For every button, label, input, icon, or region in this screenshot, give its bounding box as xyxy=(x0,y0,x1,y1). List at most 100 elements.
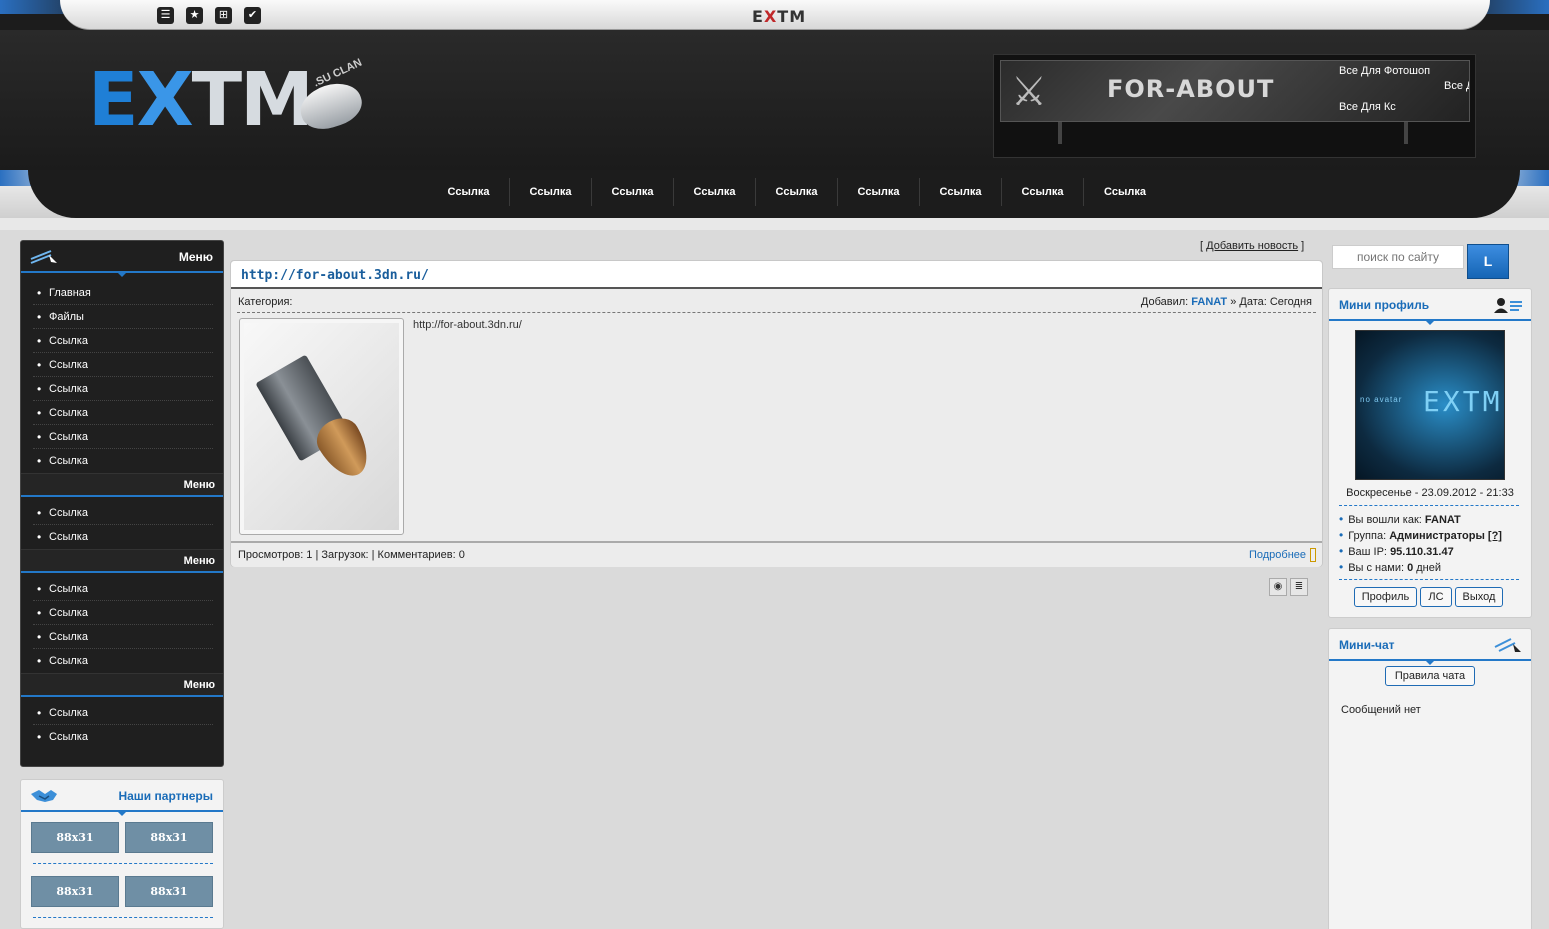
pm-button[interactable]: ЛС xyxy=(1420,587,1452,607)
menu-item-link[interactable]: Ссылка xyxy=(33,425,213,449)
nav-link-2[interactable]: Ссылка xyxy=(510,178,592,206)
profile-login-row: Вы вошли как: FANAT xyxy=(1339,512,1461,526)
post-meta: Добавил: FANAT » Дата: Сегодня xyxy=(1141,296,1312,308)
menu-header: Меню xyxy=(21,241,223,277)
menu-item-link[interactable]: Ссылка xyxy=(33,401,213,425)
menu-item-link[interactable]: Ссылка xyxy=(33,525,213,549)
menu-item-link[interactable]: Ссылка xyxy=(33,329,213,353)
menu-item-label: Ссылка xyxy=(49,431,88,443)
partners-header-arrow xyxy=(118,812,126,816)
search-input[interactable] xyxy=(1332,245,1464,269)
logo-x: X xyxy=(136,57,194,143)
group-value: Администраторы xyxy=(1389,530,1485,542)
menu-item-label: Главная xyxy=(49,287,91,299)
partner-banner[interactable]: 88x31 xyxy=(31,876,119,907)
check-icon[interactable]: ✔ xyxy=(244,7,261,24)
bracket-close: ] xyxy=(1298,240,1305,252)
menu-subtitle: Меню xyxy=(183,479,215,491)
post-author[interactable]: FANAT xyxy=(1191,296,1227,308)
menu-item-label: Ссылка xyxy=(49,707,88,719)
logout-button[interactable]: Выход xyxy=(1455,587,1503,607)
nav-link-3[interactable]: Ссылка xyxy=(592,178,674,206)
menu-item-link[interactable]: Ссылка xyxy=(33,725,213,749)
menu-header-arrow xyxy=(118,273,126,277)
chat-rules-button[interactable]: Правила чата xyxy=(1385,666,1475,686)
rss-icon[interactable]: ☰ xyxy=(157,7,174,24)
nav-wrapper: Ссылка Ссылка Ссылка Ссылка Ссылка Ссылк… xyxy=(0,170,1549,230)
partners-title: Наши партнеры xyxy=(118,789,213,803)
menu-item-label: Ссылка xyxy=(49,655,88,667)
menu-item-link[interactable]: Ссылка xyxy=(33,449,213,473)
post-image[interactable] xyxy=(239,318,404,535)
add-news-link-wrap: [ Добавить новость ] xyxy=(1200,240,1304,252)
group-help-link[interactable]: [?] xyxy=(1488,530,1502,542)
post-divider xyxy=(237,312,1316,313)
menu-item-link[interactable]: Ссылка xyxy=(33,625,213,649)
menu-item-label: Ссылка xyxy=(49,583,88,595)
days-unit: дней xyxy=(1416,562,1442,574)
menu-item-link[interactable]: Ссылка xyxy=(33,377,213,401)
avatar[interactable]: no avatar EXTM xyxy=(1355,330,1505,480)
user-icon xyxy=(1494,298,1522,313)
menu-item-label: Ссылка xyxy=(49,383,88,395)
handshake-icon xyxy=(31,790,57,802)
top-logo[interactable]: EXTM xyxy=(752,7,806,26)
header-banner[interactable]: ⚔ FOR-ABOUT Все Для Фотошоп Все Д Все Дл… xyxy=(1000,60,1470,122)
nav-link-4[interactable]: Ссылка xyxy=(674,178,756,206)
profile-button[interactable]: Профиль xyxy=(1354,587,1417,607)
post-title-bar: http://for-about.3dn.ru/ xyxy=(231,261,1322,289)
banner-line-2: Все Д xyxy=(1444,80,1469,92)
post-added-label: Добавил: xyxy=(1140,296,1189,308)
menu-item-files[interactable]: Файлы xyxy=(33,305,213,329)
group-label: Группа: xyxy=(1348,530,1387,542)
menu-item-home[interactable]: Главная xyxy=(33,281,213,305)
partner-banner[interactable]: 88x31 xyxy=(125,876,213,907)
share-icon[interactable]: ⊞ xyxy=(215,7,232,24)
news-post: http://for-about.3dn.ru/ Категория: Доба… xyxy=(230,260,1323,567)
pen-icon xyxy=(30,250,57,264)
nav-link-7[interactable]: Ссылка xyxy=(920,178,1002,206)
top-logo-rest: TM xyxy=(777,7,807,26)
ip-value: 95.110.31.47 xyxy=(1390,546,1454,558)
logo-rest: TM xyxy=(191,57,314,143)
site-header: EXTM .SU CLAN ⚔ FOR-ABOUT Все Для Фотошо… xyxy=(0,30,1549,170)
menu-item-label: Файлы xyxy=(49,311,84,323)
top-logo-e: E xyxy=(752,7,764,26)
search-button[interactable]: L xyxy=(1467,244,1509,279)
post-title[interactable]: http://for-about.3dn.ru/ xyxy=(241,268,429,283)
nav-link-1[interactable]: Ссылка xyxy=(428,178,510,206)
nav-link-5[interactable]: Ссылка xyxy=(756,178,838,206)
menu-item-label: Ссылка xyxy=(49,507,88,519)
menu-item-label: Ссылка xyxy=(49,731,88,743)
list-icon[interactable]: ≣ xyxy=(1290,578,1308,596)
post-stats: Просмотров: 1 | Загрузок: | Комментариев… xyxy=(238,549,465,561)
profile-ip-row: Ваш IP: 95.110.31.47 xyxy=(1339,544,1454,558)
banner-leg-right xyxy=(1404,122,1408,144)
profile-divider xyxy=(1339,505,1519,506)
read-more-link[interactable]: Подробнее xyxy=(1249,549,1306,561)
menu-item-link[interactable]: Ссылка xyxy=(33,577,213,601)
nav-link-9[interactable]: Ссылка xyxy=(1084,178,1166,206)
arrow-icon xyxy=(1310,548,1316,562)
partners-divider xyxy=(33,863,213,864)
site-logo[interactable]: EXTM xyxy=(88,63,314,137)
profile-title: Мини профиль xyxy=(1339,298,1430,312)
menu-item-link[interactable]: Ссылка xyxy=(33,649,213,673)
post-footer: Просмотров: 1 | Загрузок: | Комментариев… xyxy=(231,541,1322,567)
star-icon[interactable]: ★ xyxy=(186,7,203,24)
post-body: http://for-about.3dn.ru/ xyxy=(413,319,522,331)
nav-link-8[interactable]: Ссылка xyxy=(1002,178,1084,206)
partner-banner[interactable]: 88x31 xyxy=(31,822,119,853)
nav-link-6[interactable]: Ссылка xyxy=(838,178,920,206)
menu-item-link[interactable]: Ссылка xyxy=(33,701,213,725)
days-label: Вы с нами: xyxy=(1348,562,1405,574)
menu-item-link[interactable]: Ссылка xyxy=(33,353,213,377)
menu-item-label: Ссылка xyxy=(49,607,88,619)
left-menu-block: Меню Главная Файлы Ссылка Ссылка Ссылка … xyxy=(20,240,224,767)
eye-icon[interactable]: ◉ xyxy=(1269,578,1287,596)
menu-item-link[interactable]: Ссылка xyxy=(33,501,213,525)
banner-leg-left xyxy=(1058,122,1062,144)
add-news-link[interactable]: Добавить новость xyxy=(1206,240,1298,252)
menu-item-link[interactable]: Ссылка xyxy=(33,601,213,625)
partner-banner[interactable]: 88x31 xyxy=(125,822,213,853)
